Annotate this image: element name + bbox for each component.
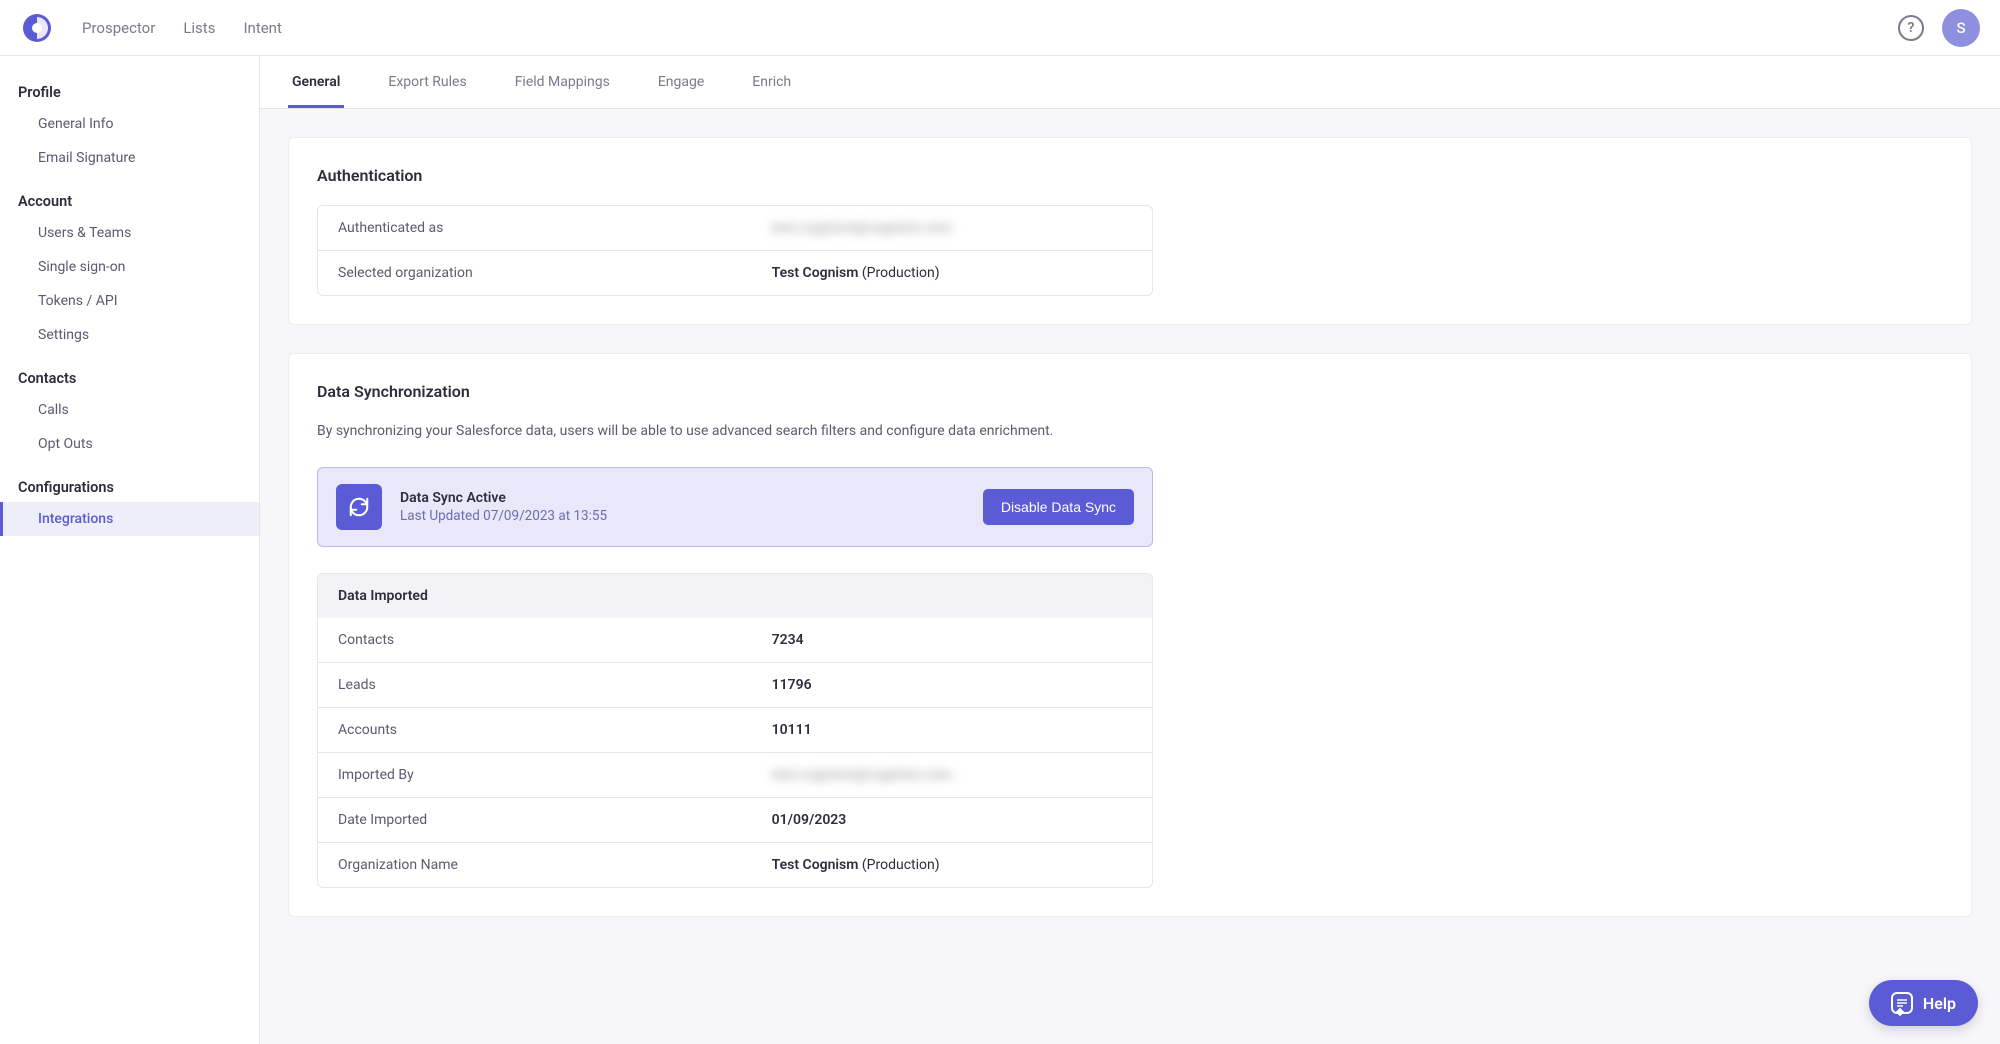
data-imported-header: Data Imported [318, 574, 1152, 618]
imported-row-leads: Leads 11796 [318, 663, 1152, 708]
sidebar-heading-account: Account [0, 187, 259, 216]
help-icon[interactable]: ? [1898, 15, 1924, 41]
sidebar-item-tokens-api[interactable]: Tokens / API [0, 284, 259, 318]
sidebar-item-users-teams[interactable]: Users & Teams [0, 216, 259, 250]
sidebar-item-settings[interactable]: Settings [0, 318, 259, 352]
user-avatar[interactable]: S [1942, 9, 1980, 47]
tab-enrich[interactable]: Enrich [748, 56, 795, 108]
nav-prospector[interactable]: Prospector [82, 19, 155, 37]
sync-title: Data Synchronization [317, 382, 1943, 401]
sidebar-heading-configurations: Configurations [0, 473, 259, 502]
sidebar-heading-contacts: Contacts [0, 364, 259, 393]
sync-updated: Last Updated 07/09/2023 at 13:55 [400, 508, 607, 524]
authentication-card: Authentication Authenticated as test.cog… [288, 137, 1972, 325]
sidebar-item-opt-outs[interactable]: Opt Outs [0, 427, 259, 461]
auth-value-selected-org: Test Cognism (Production) [752, 251, 1152, 295]
sidebar-item-calls[interactable]: Calls [0, 393, 259, 427]
imported-row-accounts: Accounts 10111 [318, 708, 1152, 753]
imported-row-imported-by: Imported By test.cognism@cognism.com [318, 753, 1152, 798]
auth-row-authenticated-as: Authenticated as test.cognism@cognism.co… [318, 206, 1152, 251]
auth-title: Authentication [317, 166, 1943, 185]
auth-label-authenticated-as: Authenticated as [318, 206, 752, 250]
sync-subtitle: By synchronizing your Salesforce data, u… [317, 421, 1077, 443]
top-nav: Prospector Lists Intent ? S [0, 0, 2000, 56]
sidebar-item-sso[interactable]: Single sign-on [0, 250, 259, 284]
help-fab[interactable]: Help [1869, 980, 1978, 1026]
auth-table: Authenticated as test.cognism@cognism.co… [317, 205, 1153, 296]
sync-banner: Data Sync Active Last Updated 07/09/2023… [317, 467, 1153, 547]
sync-icon [336, 484, 382, 530]
auth-label-selected-org: Selected organization [318, 251, 752, 295]
sidebar-heading-profile: Profile [0, 78, 259, 107]
nav-intent[interactable]: Intent [243, 19, 281, 37]
imported-row-org-name: Organization Name Test Cognism (Producti… [318, 843, 1152, 887]
sync-status: Data Sync Active [400, 490, 607, 506]
imported-row-date: Date Imported 01/09/2023 [318, 798, 1152, 843]
data-sync-card: Data Synchronization By synchronizing yo… [288, 353, 1972, 917]
help-fab-label: Help [1923, 994, 1956, 1013]
tab-engage[interactable]: Engage [654, 56, 708, 108]
tab-export-rules[interactable]: Export Rules [384, 56, 470, 108]
app-logo[interactable] [20, 11, 54, 45]
imported-row-contacts: Contacts 7234 [318, 618, 1152, 663]
tab-general[interactable]: General [288, 56, 344, 108]
sidebar-item-integrations[interactable]: Integrations [0, 502, 259, 536]
sidebar-item-general-info[interactable]: General Info [0, 107, 259, 141]
auth-row-selected-org: Selected organization Test Cognism (Prod… [318, 251, 1152, 295]
tab-field-mappings[interactable]: Field Mappings [511, 56, 614, 108]
nav-lists[interactable]: Lists [183, 19, 215, 37]
settings-sidebar: Profile General Info Email Signature Acc… [0, 56, 260, 1044]
auth-value-authenticated-as: test.cognism@cognism.com [772, 220, 952, 236]
disable-data-sync-button[interactable]: Disable Data Sync [983, 489, 1134, 525]
data-imported-table: Data Imported Contacts 7234 Leads 11796 … [317, 573, 1153, 888]
sidebar-item-email-signature[interactable]: Email Signature [0, 141, 259, 175]
integration-tabs: General Export Rules Field Mappings Enga… [260, 56, 2000, 109]
chat-icon [1891, 992, 1913, 1014]
